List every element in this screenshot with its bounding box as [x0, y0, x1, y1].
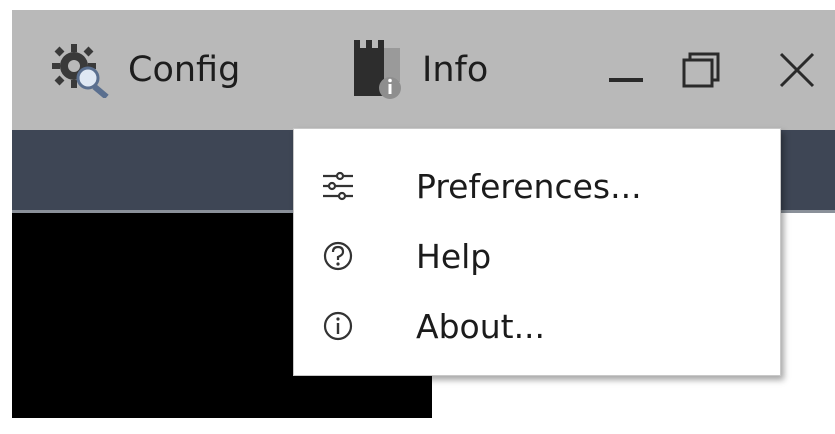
sliders-icon	[318, 166, 358, 206]
info-dropdown-menu: Preferences... Help About...	[293, 128, 781, 376]
close-icon	[779, 52, 815, 88]
close-button[interactable]	[767, 10, 827, 130]
gear-magnifier-icon	[52, 44, 109, 98]
minimize-icon	[609, 78, 643, 82]
info-menu-button[interactable]: Info	[350, 10, 488, 130]
maximize-button[interactable]	[672, 10, 732, 130]
title-bar: Config Info	[12, 10, 835, 130]
help-circle-icon	[318, 236, 358, 276]
menu-item-label: About...	[416, 306, 546, 346]
info-label: Info	[422, 50, 489, 90]
minimize-button[interactable]	[597, 10, 657, 130]
tower-info-icon	[354, 40, 401, 99]
menu-item-about[interactable]: About...	[294, 291, 780, 361]
menu-item-help[interactable]: Help	[294, 221, 780, 291]
menu-item-preferences[interactable]: Preferences...	[294, 151, 780, 221]
menu-item-label: Help	[416, 236, 492, 276]
maximize-icon	[682, 52, 720, 88]
info-circle-icon	[318, 306, 358, 346]
menu-item-label: Preferences...	[416, 166, 642, 206]
config-menu-button[interactable]: Config	[50, 10, 240, 130]
config-label: Config	[128, 50, 241, 90]
